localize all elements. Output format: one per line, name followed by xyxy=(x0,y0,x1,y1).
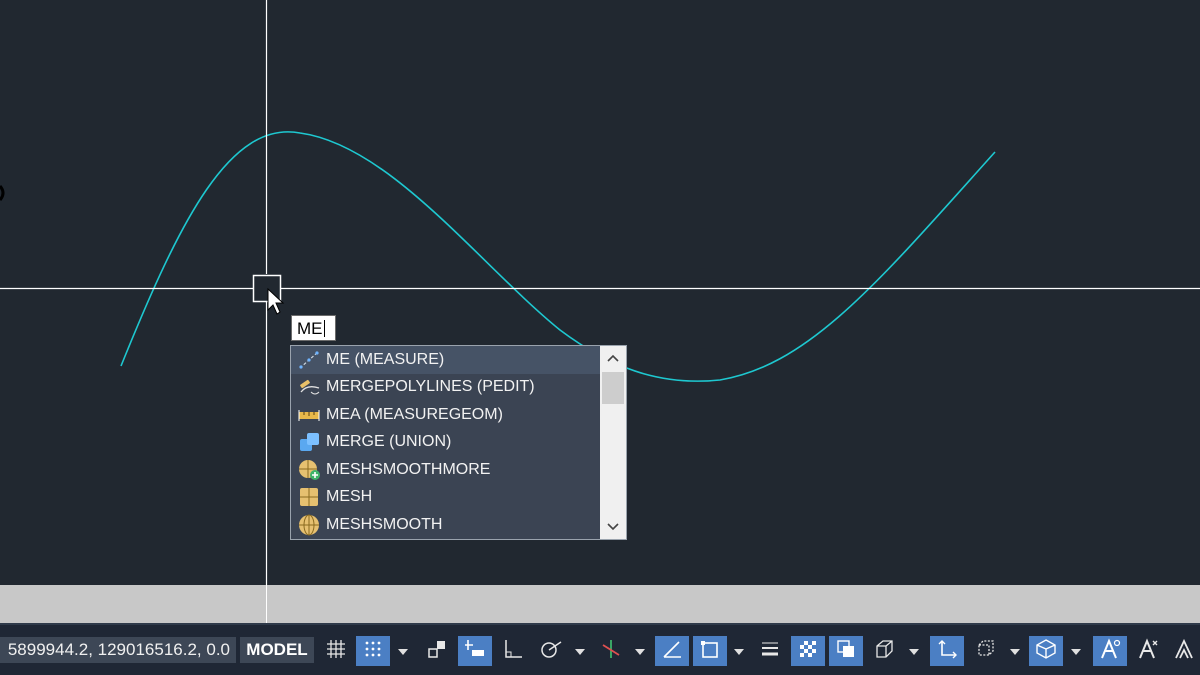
autocomplete-item-mesh[interactable]: MESH xyxy=(291,484,600,512)
gizmo-dropdown[interactable] xyxy=(1068,636,1084,666)
chevron-down-icon xyxy=(734,642,744,660)
selection-filter-toggle[interactable] xyxy=(968,636,1002,666)
auto-scale-icon xyxy=(1137,637,1159,665)
selection-filter-dropdown[interactable] xyxy=(1007,636,1023,666)
autocomplete-item-meshsmooth[interactable]: MESHSMOOTH xyxy=(291,511,600,539)
layout-tabs-strip xyxy=(0,585,1200,623)
pedit-icon xyxy=(296,376,322,398)
crosshair-vertical-overflow xyxy=(266,585,267,623)
union-icon xyxy=(296,431,322,453)
mesh-icon xyxy=(296,486,322,508)
spline-curve[interactable] xyxy=(120,131,996,382)
polar-dropdown[interactable] xyxy=(572,636,588,666)
auto-scale-toggle[interactable] xyxy=(1131,636,1165,666)
object-snap-toggle[interactable] xyxy=(693,636,727,666)
command-input-text: ME xyxy=(297,319,323,338)
transparency-toggle[interactable] xyxy=(791,636,825,666)
snap-dropdown[interactable] xyxy=(395,636,411,666)
offscreen-object-edge xyxy=(0,185,5,201)
dynamic-ucs-toggle[interactable] xyxy=(930,636,964,666)
meshsmooth-icon xyxy=(296,514,322,536)
autocomplete-item-meshsmoothmore[interactable]: MESHSMOOTHMORE xyxy=(291,456,600,484)
scroll-down-arrow-icon[interactable] xyxy=(600,515,626,539)
autocomplete-item-label: ME (MEASURE) xyxy=(326,350,445,368)
drawing-canvas[interactable]: ME ME (MEASURE) MERGEPOLYLINES (PEDIT) M… xyxy=(0,0,1200,585)
autocomplete-scrollbar[interactable] xyxy=(600,346,626,539)
grid-icon xyxy=(325,638,347,665)
autocomplete-item-label: MERGEPOLYLINES (PEDIT) xyxy=(326,378,535,396)
object-snap-dropdown[interactable] xyxy=(731,636,747,666)
annotation-visibility-icon xyxy=(1099,637,1121,665)
chevron-down-icon xyxy=(1010,642,1020,660)
dynamic-command-input[interactable]: ME xyxy=(291,315,336,341)
autocomplete-item-measure[interactable]: ME (MEASURE) xyxy=(291,346,600,374)
scroll-up-arrow-icon[interactable] xyxy=(600,346,626,370)
gizmo-icon xyxy=(1035,638,1057,665)
infer-constraints-icon xyxy=(426,638,448,665)
autocomplete-item-label: MESH xyxy=(326,488,373,506)
snap-grid-icon xyxy=(362,638,384,665)
status-bar: 5899944.2, 129016516.2, 0.0 MODEL xyxy=(0,623,1200,675)
infer-constraints-toggle[interactable] xyxy=(420,636,454,666)
gizmo-toggle[interactable] xyxy=(1029,636,1063,666)
autocomplete-item-measuregeom[interactable]: MEA (MEASUREGEOM) xyxy=(291,401,600,429)
autocomplete-item-label: MESHSMOOTH xyxy=(326,515,443,533)
snap-toggle[interactable] xyxy=(356,636,390,666)
selection-cycling-icon xyxy=(835,638,857,665)
chevron-down-icon xyxy=(575,642,585,660)
dynamic-ucs-icon xyxy=(936,638,958,665)
polar-tracking-toggle[interactable] xyxy=(534,636,568,666)
ortho-icon xyxy=(502,638,524,665)
chevron-down-icon xyxy=(909,642,919,660)
scroll-thumb[interactable] xyxy=(602,372,624,404)
text-caret xyxy=(323,320,325,337)
selection-filter-icon xyxy=(974,638,996,665)
grid-toggle[interactable] xyxy=(320,636,352,666)
meshsmoothmore-icon xyxy=(296,459,322,481)
3d-snap-dropdown[interactable] xyxy=(906,636,922,666)
measuregeom-icon xyxy=(296,404,322,426)
model-space-button[interactable]: MODEL xyxy=(240,637,314,663)
annotation-scale-button[interactable] xyxy=(1169,636,1199,666)
snap-tracking-icon xyxy=(661,638,683,665)
isodraft-dropdown[interactable] xyxy=(632,636,648,666)
isodraft-toggle[interactable] xyxy=(594,636,628,666)
object-snap-icon xyxy=(699,638,721,665)
selection-cycling-toggle[interactable] xyxy=(829,636,863,666)
dynamic-input-icon xyxy=(464,638,486,665)
coordinate-readout[interactable]: 5899944.2, 129016516.2, 0.0 xyxy=(0,637,236,663)
object-snap-tracking-toggle[interactable] xyxy=(655,636,689,666)
isodraft-icon xyxy=(600,638,622,665)
chevron-down-icon xyxy=(1071,642,1081,660)
chevron-down-icon xyxy=(398,642,408,660)
chevron-down-icon xyxy=(635,642,645,660)
autocomplete-item-label: MESHSMOOTHMORE xyxy=(326,460,491,478)
lineweight-icon xyxy=(759,638,781,665)
3d-object-snap-icon xyxy=(873,638,895,665)
command-autocomplete-list[interactable]: ME (MEASURE) MERGEPOLYLINES (PEDIT) MEA … xyxy=(290,345,627,540)
autocomplete-item-mergepolylines[interactable]: MERGEPOLYLINES (PEDIT) xyxy=(291,374,600,402)
transparency-icon xyxy=(797,638,819,665)
ortho-toggle[interactable] xyxy=(496,636,530,666)
autocomplete-item-union[interactable]: MERGE (UNION) xyxy=(291,429,600,457)
annotation-scale-icon xyxy=(1173,638,1195,665)
autocomplete-item-label: MEA (MEASUREGEOM) xyxy=(326,405,503,423)
3d-object-snap-toggle[interactable] xyxy=(867,636,901,666)
dynamic-input-toggle[interactable] xyxy=(458,636,492,666)
lineweight-toggle[interactable] xyxy=(753,636,787,666)
autocomplete-item-label: MERGE (UNION) xyxy=(326,433,452,451)
polar-tracking-icon xyxy=(539,638,563,665)
measure-icon xyxy=(296,349,322,371)
annotation-visibility-toggle[interactable] xyxy=(1093,636,1127,666)
